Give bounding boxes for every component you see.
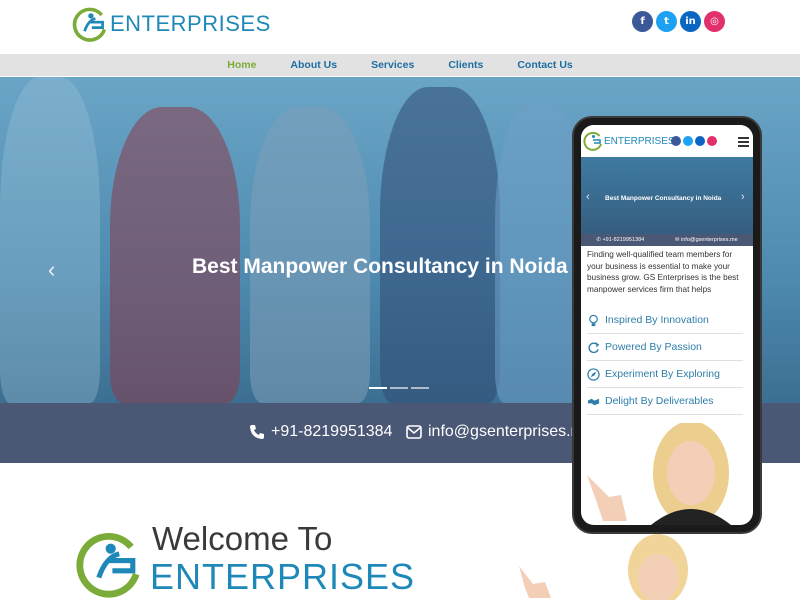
instagram-icon[interactable]: ◎ xyxy=(704,11,725,32)
compass-icon xyxy=(587,367,600,381)
mobile-logo-text: ENTERPRISES xyxy=(604,135,675,147)
mobile-contact-bar: ✆ +91-8219951384 ✉ info@gsenterprises.me xyxy=(581,234,753,246)
gs-logo-icon xyxy=(76,532,140,598)
slider-dot[interactable] xyxy=(411,387,429,389)
mobile-social-links xyxy=(671,136,717,146)
phone-screen: ENTERPRISES ‹ › Best Manpower Consultanc… xyxy=(581,125,753,525)
welcome-brand: ENTERPRISES xyxy=(150,556,416,597)
hero-photo-person xyxy=(380,87,500,403)
refresh-icon xyxy=(588,341,600,353)
facebook-icon[interactable] xyxy=(671,136,681,146)
slider-dots xyxy=(369,387,429,389)
phone-icon xyxy=(250,425,264,439)
mobile-email-text: info@gsenterprises.me xyxy=(681,237,738,243)
nav-item-services[interactable]: Services xyxy=(371,59,414,71)
facebook-icon[interactable]: f xyxy=(632,11,653,32)
main-nav: Home About Us Services Clients Contact U… xyxy=(0,54,800,76)
mobile-next-arrow[interactable]: › xyxy=(741,191,745,203)
slider-dot[interactable] xyxy=(369,387,387,389)
mobile-logo[interactable]: ENTERPRISES xyxy=(583,131,675,151)
nav-item-about[interactable]: About Us xyxy=(290,59,337,71)
instagram-icon[interactable] xyxy=(707,136,717,146)
contact-phone-text: +91-8219951384 xyxy=(271,423,393,440)
feature-label: Delight By Deliverables xyxy=(605,395,714,407)
feature-label: Inspired By Innovation xyxy=(605,314,709,326)
gs-logo-icon xyxy=(72,7,107,42)
phone-mockup: ENTERPRISES ‹ › Best Manpower Consultanc… xyxy=(572,116,762,534)
contact-phone[interactable]: +91-8219951384 xyxy=(249,423,392,441)
hero-photo-person xyxy=(0,77,100,403)
feature-item: Delight By Deliverables xyxy=(587,388,743,415)
handshake-icon xyxy=(587,398,600,405)
logo-text: ENTERPRISES xyxy=(110,11,271,36)
mobile-prev-arrow[interactable]: ‹ xyxy=(586,191,590,203)
contact-email[interactable]: info@gsenterprises.me xyxy=(406,423,593,441)
woman-image xyxy=(587,423,731,525)
site-header: ENTERPRISES f t in ◎ xyxy=(0,0,800,52)
linkedin-icon[interactable] xyxy=(695,136,705,146)
mobile-hero: ‹ › Best Manpower Consultancy in Noida xyxy=(581,157,753,234)
feature-label: Experiment By Exploring xyxy=(605,368,720,380)
feature-item: Inspired By Innovation xyxy=(587,307,743,334)
woman-image xyxy=(628,534,688,600)
feature-label: Powered By Passion xyxy=(605,341,702,353)
mobile-intro-paragraph: Finding well-qualified team members for … xyxy=(587,250,739,294)
mobile-hero-title: Best Manpower Consultancy in Noida xyxy=(605,195,722,202)
linkedin-icon[interactable]: in xyxy=(680,11,701,32)
nav-item-clients[interactable]: Clients xyxy=(448,59,483,71)
nav-item-home[interactable]: Home xyxy=(227,59,256,71)
page: ENTERPRISES f t in ◎ Home About Us Servi… xyxy=(0,0,800,600)
mobile-email[interactable]: ✉ info@gsenterprises.me xyxy=(675,237,738,243)
welcome-heading: Welcome To xyxy=(152,520,333,557)
twitter-icon[interactable]: t xyxy=(656,11,677,32)
mobile-phone[interactable]: ✆ +91-8219951384 xyxy=(596,237,644,243)
twitter-icon[interactable] xyxy=(683,136,693,146)
logo[interactable]: ENTERPRISES xyxy=(72,6,271,42)
mobile-phone-text: +91-8219951384 xyxy=(602,237,645,243)
gs-logo-icon xyxy=(583,131,602,151)
bulb-icon xyxy=(589,314,598,326)
slider-dot[interactable] xyxy=(390,387,408,389)
hamburger-menu-icon[interactable] xyxy=(738,137,749,149)
envelope-icon xyxy=(406,425,422,439)
social-links: f t in ◎ xyxy=(632,11,725,32)
mobile-header: ENTERPRISES xyxy=(581,125,753,157)
slider-prev-arrow[interactable]: ‹ xyxy=(48,257,55,283)
feature-item: Powered By Passion xyxy=(587,334,743,361)
contact-email-text: info@gsenterprises.me xyxy=(428,423,593,440)
hero-title: Best Manpower Consultancy in Noida xyxy=(192,255,568,278)
feature-item: Experiment By Exploring xyxy=(587,361,743,388)
pointing-hand-icon xyxy=(519,566,551,598)
nav-item-contact[interactable]: Contact Us xyxy=(517,59,572,71)
